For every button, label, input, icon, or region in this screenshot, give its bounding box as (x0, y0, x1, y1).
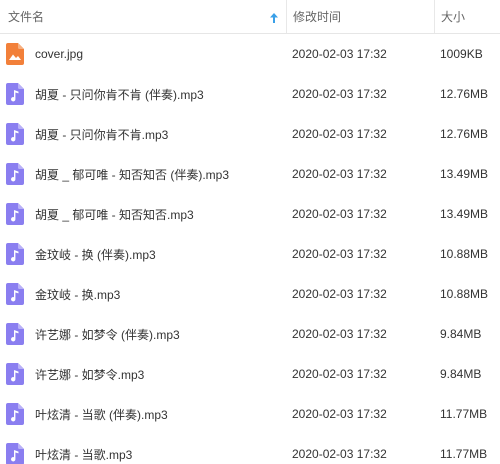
file-name-cell: 胡夏 - 只问你肯不肯 (伴奏).mp3 (0, 74, 286, 114)
file-list: 文件名 修改时间 大小 cover.jpg 2020-02-03 17:32 100… (0, 0, 500, 464)
file-name-cell: 金玟岐 - 换 (伴奏).mp3 (0, 234, 286, 274)
file-size: 10.88MB (440, 287, 489, 301)
file-name[interactable]: 叶炫清 - 当歌 (伴奏).mp3 (35, 406, 168, 423)
sort-ascending-icon[interactable] (270, 12, 278, 23)
file-modified: 2020-02-03 17:32 (292, 127, 387, 141)
file-modified: 2020-02-03 17:32 (292, 87, 387, 101)
file-row[interactable]: 金玟岐 - 换 (伴奏).mp3 2020-02-03 17:32 10.88MB (0, 234, 500, 274)
music-file-icon (6, 363, 24, 385)
file-modified: 2020-02-03 17:32 (292, 47, 387, 61)
file-size: 1009KB (440, 47, 483, 61)
file-size: 10.88MB (440, 247, 489, 261)
file-size: 11.77MB (440, 447, 488, 461)
file-name[interactable]: 金玟岐 - 换 (伴奏).mp3 (35, 246, 156, 263)
file-name-cell: cover.jpg (0, 34, 286, 74)
file-row[interactable]: 叶炫清 - 当歌 (伴奏).mp3 2020-02-03 17:32 11.77MB (0, 394, 500, 434)
music-file-icon (6, 403, 24, 425)
music-file-icon (6, 323, 24, 345)
file-name[interactable]: 胡夏 - 只问你肯不肯 (伴奏).mp3 (35, 86, 204, 103)
column-header-size-label: 大小 (441, 10, 466, 24)
file-size: 11.77MB (440, 407, 488, 421)
file-row[interactable]: 胡夏 _ 郁可唯 - 知否知否.mp3 2020-02-03 17:32 13.49… (0, 194, 500, 234)
file-size: 9.84MB (440, 367, 482, 381)
file-name-cell: 胡夏 _ 郁可唯 - 知否知否 (伴奏).mp3 (0, 154, 286, 194)
file-name-cell: 许艺娜 - 如梦令.mp3 (0, 354, 286, 394)
file-name[interactable]: 胡夏 _ 郁可唯 - 知否知否.mp3 (35, 206, 194, 223)
file-name-cell: 胡夏 - 只问你肯不肯.mp3 (0, 114, 286, 154)
file-modified: 2020-02-03 17:32 (292, 287, 387, 301)
column-header-size[interactable]: 大小 (434, 0, 500, 33)
file-size: 9.84MB (440, 327, 482, 341)
file-name[interactable]: 金玟岐 - 换.mp3 (35, 286, 120, 303)
file-rows: cover.jpg 2020-02-03 17:32 1009KB 胡夏 - 只问你肯… (0, 34, 500, 464)
file-row[interactable]: 许艺娜 - 如梦令 (伴奏).mp3 2020-02-03 17:32 9.84MB (0, 314, 500, 354)
file-modified: 2020-02-03 17:32 (292, 327, 387, 341)
image-icon (6, 43, 24, 65)
file-list-header: 文件名 修改时间 大小 (0, 0, 500, 34)
file-modified: 2020-02-03 17:32 (292, 367, 387, 381)
music-file-icon (6, 443, 24, 464)
file-modified: 2020-02-03 17:32 (292, 407, 387, 421)
file-name-cell: 叶炫清 - 当歌 (伴奏).mp3 (0, 394, 286, 434)
file-name[interactable]: cover.jpg (35, 47, 83, 61)
file-name[interactable]: 胡夏 - 只问你肯不肯.mp3 (35, 126, 168, 143)
file-row[interactable]: 胡夏 _ 郁可唯 - 知否知否 (伴奏).mp3 2020-02-03 17:32… (0, 154, 500, 194)
music-file-icon (6, 123, 24, 145)
file-name-cell: 金玟岐 - 换.mp3 (0, 274, 286, 314)
music-file-icon (6, 243, 24, 265)
file-row[interactable]: 胡夏 - 只问你肯不肯.mp3 2020-02-03 17:32 12.76MB (0, 114, 500, 154)
file-modified: 2020-02-03 17:32 (292, 207, 387, 221)
music-file-icon (6, 283, 24, 305)
file-name[interactable]: 胡夏 _ 郁可唯 - 知否知否 (伴奏).mp3 (35, 166, 229, 183)
file-modified: 2020-02-03 17:32 (292, 167, 387, 181)
file-modified: 2020-02-03 17:32 (292, 447, 387, 461)
music-file-icon (6, 203, 24, 225)
file-name[interactable]: 许艺娜 - 如梦令.mp3 (35, 366, 144, 383)
file-size: 12.76MB (440, 127, 489, 141)
file-row[interactable]: 胡夏 - 只问你肯不肯 (伴奏).mp3 2020-02-03 17:32 12.7… (0, 74, 500, 114)
file-size: 12.76MB (440, 87, 489, 101)
file-row[interactable]: 金玟岐 - 换.mp3 2020-02-03 17:32 10.88MB (0, 274, 500, 314)
file-name-cell: 叶炫清 - 当歌.mp3 (0, 434, 286, 464)
file-name-cell: 胡夏 _ 郁可唯 - 知否知否.mp3 (0, 194, 286, 234)
column-header-name[interactable]: 文件名 (0, 0, 286, 33)
column-header-modified-label: 修改时间 (293, 10, 342, 24)
file-size: 13.49MB (440, 167, 489, 181)
file-name[interactable]: 叶炫清 - 当歌.mp3 (35, 446, 132, 463)
file-row[interactable]: 叶炫清 - 当歌.mp3 2020-02-03 17:32 11.77MB (0, 434, 500, 464)
file-size: 13.49MB (440, 207, 489, 221)
file-row[interactable]: 许艺娜 - 如梦令.mp3 2020-02-03 17:32 9.84MB (0, 354, 500, 394)
music-file-icon (6, 163, 24, 185)
file-name-cell: 许艺娜 - 如梦令 (伴奏).mp3 (0, 314, 286, 354)
music-file-icon (6, 83, 24, 105)
column-header-modified[interactable]: 修改时间 (286, 0, 434, 33)
column-header-name-label: 文件名 (8, 10, 45, 24)
file-name[interactable]: 许艺娜 - 如梦令 (伴奏).mp3 (35, 326, 180, 343)
file-row[interactable]: cover.jpg 2020-02-03 17:32 1009KB (0, 34, 500, 74)
file-modified: 2020-02-03 17:32 (292, 247, 387, 261)
